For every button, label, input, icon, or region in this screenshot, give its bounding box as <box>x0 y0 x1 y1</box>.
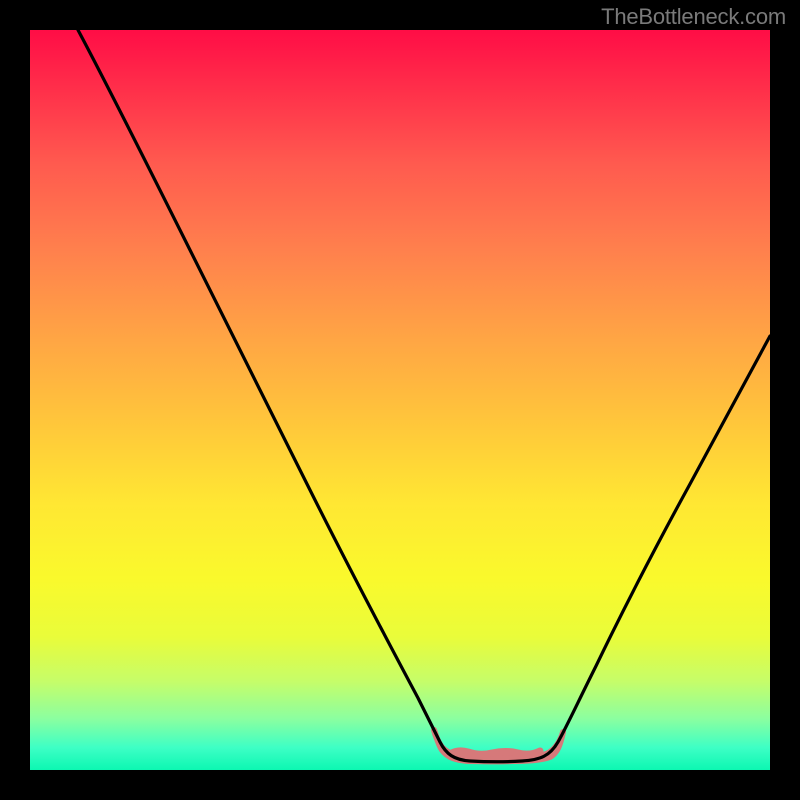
chart-overlay <box>30 30 770 770</box>
bottleneck-curve <box>78 30 770 762</box>
watermark-text: TheBottleneck.com <box>601 4 786 30</box>
chart-area <box>30 30 770 770</box>
trough-texture <box>450 751 540 754</box>
